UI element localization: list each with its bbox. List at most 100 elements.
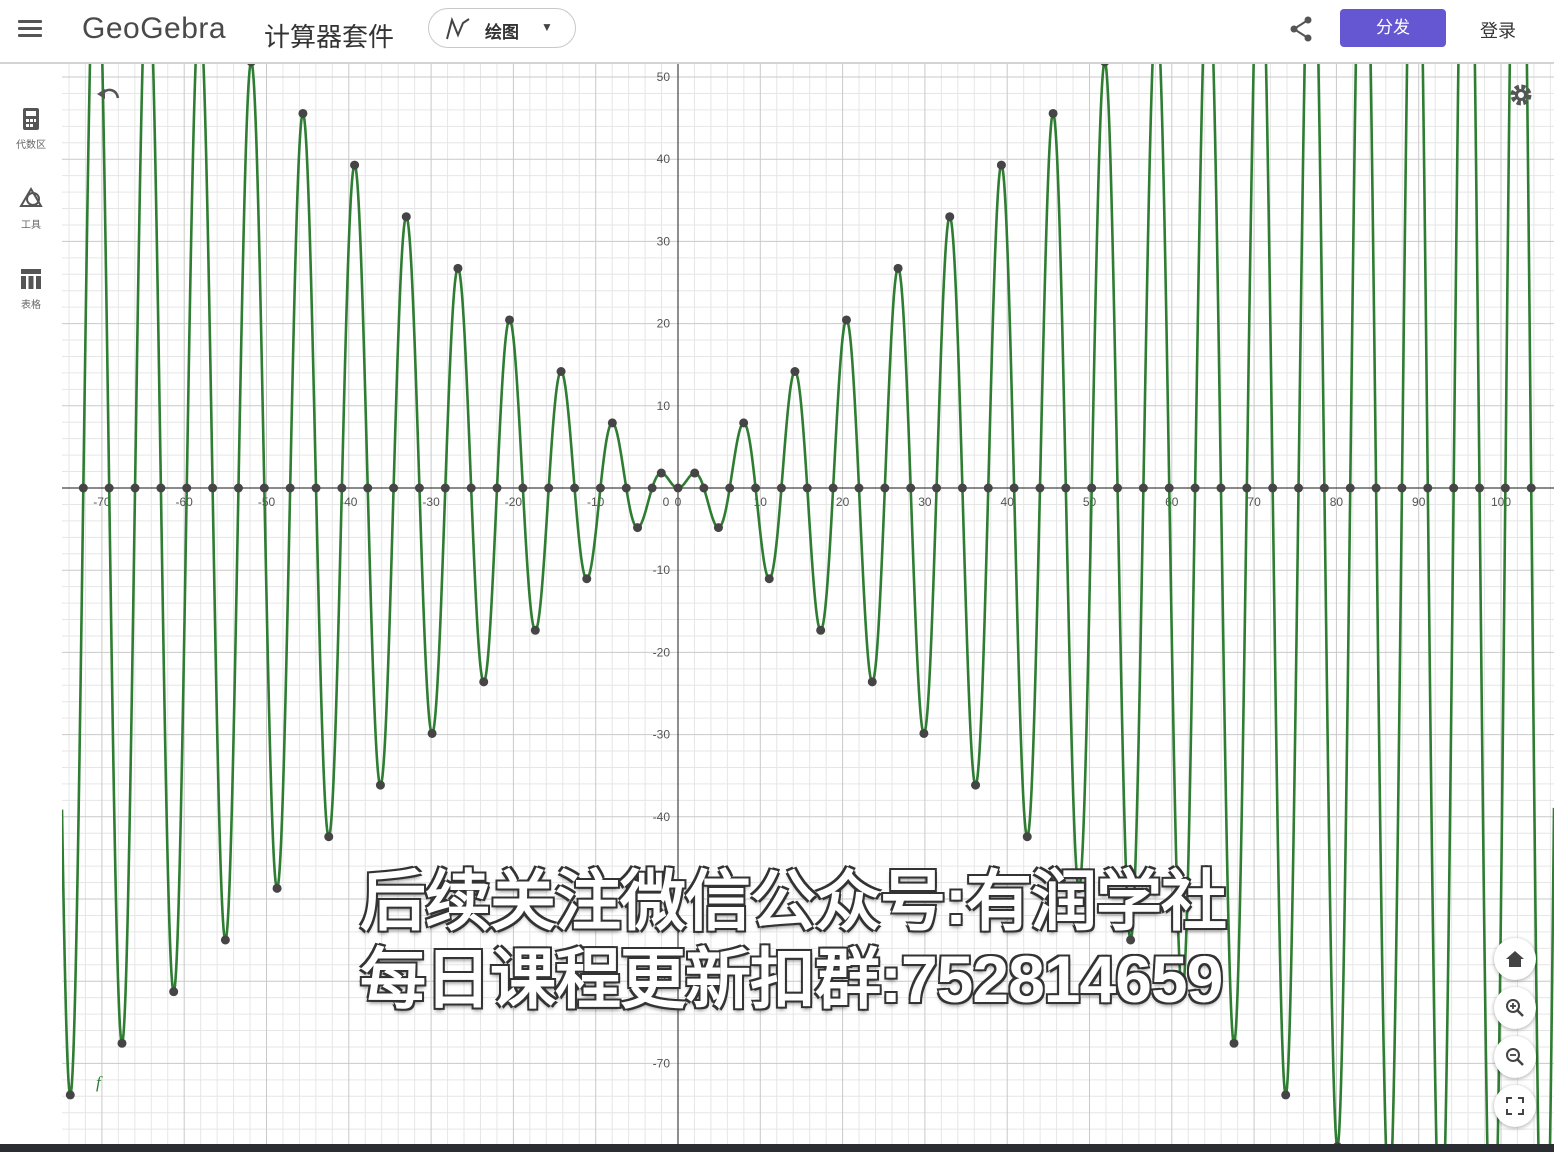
extremum-point[interactable] xyxy=(220,935,230,945)
root-point[interactable] xyxy=(1190,483,1200,493)
graphics-view[interactable]: -70 -60 -50 -40 -30 -20 -10 0 10 20 30 40 50 60 70 80 90… xyxy=(62,64,1554,1144)
undo-icon[interactable] xyxy=(94,82,124,112)
extremum-point[interactable] xyxy=(505,315,515,325)
root-point[interactable] xyxy=(233,483,243,493)
root-point[interactable] xyxy=(1242,483,1252,493)
extremum-point[interactable] xyxy=(427,728,437,738)
root-point[interactable] xyxy=(440,483,450,493)
root-point[interactable] xyxy=(311,483,321,493)
extremum-point[interactable] xyxy=(1074,883,1084,893)
root-point[interactable] xyxy=(259,483,269,493)
fullscreen-button[interactable] xyxy=(1494,1085,1536,1127)
root-point[interactable] xyxy=(1164,483,1174,493)
root-point[interactable] xyxy=(1500,483,1510,493)
root-point[interactable] xyxy=(595,483,605,493)
extremum-point[interactable] xyxy=(971,780,981,790)
root-point[interactable] xyxy=(725,483,735,493)
root-point[interactable] xyxy=(906,483,916,493)
root-point[interactable] xyxy=(130,483,140,493)
root-point[interactable] xyxy=(932,483,942,493)
login-button[interactable]: 登录 xyxy=(1480,17,1516,43)
root-point[interactable] xyxy=(1397,483,1407,493)
extremum-point[interactable] xyxy=(298,108,308,118)
extremum-point[interactable] xyxy=(656,468,666,478)
function-curve[interactable] xyxy=(62,64,1554,1144)
extremum-point[interactable] xyxy=(1100,64,1109,67)
root-point[interactable] xyxy=(570,483,580,493)
root-point[interactable] xyxy=(983,483,993,493)
graph-canvas[interactable]: -70 -60 -50 -40 -30 -20 -10 0 10 20 30 40 50 60 70 80 90… xyxy=(62,64,1554,1144)
extremum-point[interactable] xyxy=(841,315,851,325)
extremum-point[interactable] xyxy=(867,677,877,687)
root-point[interactable] xyxy=(1371,483,1381,493)
extremum-point[interactable] xyxy=(739,418,749,428)
extremum-point[interactable] xyxy=(1126,935,1136,945)
extremum-point[interactable] xyxy=(65,1090,75,1100)
zoom-out-button[interactable] xyxy=(1494,1036,1536,1078)
root-point[interactable] xyxy=(156,483,166,493)
root-point[interactable] xyxy=(673,483,683,493)
root-point[interactable] xyxy=(1216,483,1226,493)
sidebar-item-table[interactable]: 表格 xyxy=(6,266,56,336)
root-point[interactable] xyxy=(1345,483,1355,493)
root-point[interactable] xyxy=(78,483,88,493)
menu-icon[interactable] xyxy=(14,16,46,44)
root-point[interactable] xyxy=(621,483,631,493)
zoom-in-button[interactable] xyxy=(1494,987,1536,1029)
root-point[interactable] xyxy=(1138,483,1148,493)
share-icon[interactable] xyxy=(1286,14,1316,44)
sidebar-item-algebra[interactable]: 代数区 xyxy=(6,106,56,176)
root-point[interactable] xyxy=(751,483,761,493)
root-point[interactable] xyxy=(776,483,786,493)
root-point[interactable] xyxy=(1061,483,1071,493)
extremum-point[interactable] xyxy=(1177,987,1187,997)
root-point[interactable] xyxy=(414,483,424,493)
root-point[interactable] xyxy=(544,483,554,493)
extremum-point[interactable] xyxy=(945,212,955,222)
extremum-point[interactable] xyxy=(816,625,826,635)
special-points[interactable] xyxy=(65,64,1536,1144)
root-point[interactable] xyxy=(389,483,399,493)
root-point[interactable] xyxy=(337,483,347,493)
extremum-point[interactable] xyxy=(633,523,643,533)
root-point[interactable] xyxy=(1035,483,1045,493)
extremum-point[interactable] xyxy=(479,677,489,687)
root-point[interactable] xyxy=(1113,483,1123,493)
extremum-point[interactable] xyxy=(169,987,179,997)
extremum-point[interactable] xyxy=(350,160,360,170)
root-point[interactable] xyxy=(1294,483,1304,493)
extremum-point[interactable] xyxy=(764,574,774,584)
extremum-point[interactable] xyxy=(1229,1038,1239,1048)
extremum-point[interactable] xyxy=(401,212,411,222)
extremum-point[interactable] xyxy=(556,367,566,377)
app-picker-dropdown[interactable]: 绘图 ▼ xyxy=(428,8,576,48)
root-point[interactable] xyxy=(1009,483,1019,493)
extremum-point[interactable] xyxy=(607,418,617,428)
root-point[interactable] xyxy=(466,483,476,493)
root-point[interactable] xyxy=(1475,483,1485,493)
root-point[interactable] xyxy=(208,483,218,493)
root-point[interactable] xyxy=(699,483,709,493)
extremum-point[interactable] xyxy=(453,263,463,273)
extremum-point[interactable] xyxy=(790,367,800,377)
extremum-point[interactable] xyxy=(1281,1090,1291,1100)
extremum-point[interactable] xyxy=(247,64,256,67)
root-point[interactable] xyxy=(957,483,967,493)
extremum-point[interactable] xyxy=(1048,108,1058,118)
root-point[interactable] xyxy=(1268,483,1278,493)
extremum-point[interactable] xyxy=(375,780,385,790)
home-button[interactable] xyxy=(1494,938,1536,980)
extremum-point[interactable] xyxy=(117,1038,127,1048)
sidebar-item-tools[interactable]: 工具 xyxy=(6,186,56,256)
root-point[interactable] xyxy=(363,483,373,493)
root-point[interactable] xyxy=(285,483,295,493)
root-point[interactable] xyxy=(182,483,192,493)
extremum-point[interactable] xyxy=(324,832,334,842)
share-button[interactable]: 分发 xyxy=(1340,9,1446,47)
extremum-point[interactable] xyxy=(1022,832,1032,842)
extremum-point[interactable] xyxy=(713,523,723,533)
gear-icon[interactable] xyxy=(1506,80,1536,110)
extremum-point[interactable] xyxy=(690,468,700,478)
root-point[interactable] xyxy=(1449,483,1459,493)
root-point[interactable] xyxy=(1319,483,1329,493)
